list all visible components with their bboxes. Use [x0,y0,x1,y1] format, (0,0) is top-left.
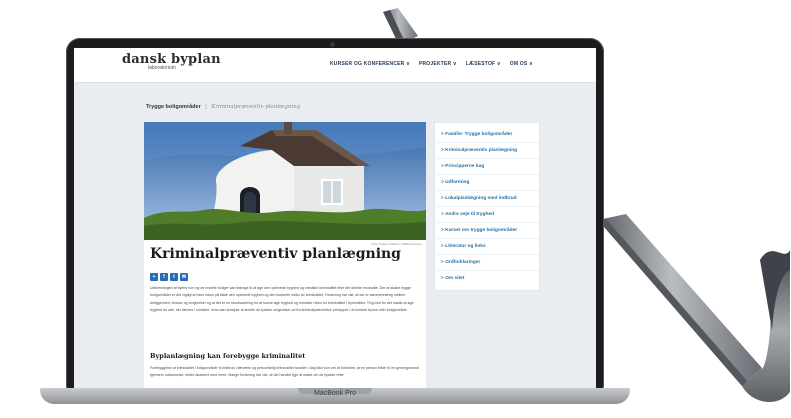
sidebar-item-andre-veje[interactable]: > Andre veje til tryghed [435,207,539,223]
article-intro: Udformningen af byens rum og de enkelte … [150,286,414,313]
breadcrumb-current: Kriminalpræventiv planlægning [211,104,301,110]
main-nav: KURSER OG KONFERENCER ∨ PROJEKTER ∨ LÆSE… [330,61,533,67]
share-plus-icon[interactable]: + [150,273,158,281]
nav-item-laesestof[interactable]: LÆSESTOF ∨ [466,61,501,67]
sidebar-item-kurser[interactable]: > Kurser om trygge boligområder [435,223,539,239]
sidebar-item-litteratur[interactable]: > Litteratur og links [435,239,539,255]
laptop-screen: dansk byplan laboratorium KURSER OG KONF… [74,48,596,388]
sidebar-item-om-sitet[interactable]: > Om sitet [435,271,539,286]
facebook-icon[interactable]: f [160,273,168,281]
laptop-base: MacBook Pro [40,388,630,404]
breadcrumb: Trygge boligområder | Kriminalpræventiv … [146,104,300,110]
section-heading: Byplanlægning kan forebygge kriminalitet [150,352,306,360]
house-photo [144,122,426,240]
nav-item-om-os[interactable]: OM OS ∨ [510,61,533,67]
sidebar-item-udforming[interactable]: > Udforming [435,175,539,191]
sidebar-item-familie[interactable]: > Famílie: Trygge boligområder [435,127,539,143]
article: Foto: Kasper Nielsen / Mikkel Hastrup Kr… [144,122,426,388]
breadcrumb-parent[interactable]: Trygge boligområder [146,104,201,110]
breadcrumb-separator: | [205,104,207,110]
twitter-icon[interactable]: t [170,273,178,281]
model-label: MacBook Pro [313,390,357,397]
sidebar-item-lokalplan[interactable]: > Lokalplanlægning med indbrud [435,191,539,207]
article-title: Kriminalpræventiv planlægning [150,246,401,262]
email-icon[interactable]: ✉ [180,273,188,281]
nav-item-kurser[interactable]: KURSER OG KONFERENCER ∨ [330,61,410,67]
sidebar-item-principper[interactable]: > Principperne bag [435,159,539,175]
site-logo[interactable]: dansk byplan laboratorium [122,52,221,71]
sidebar-nav: > Famílie: Trygge boligområder > Krimina… [434,122,540,291]
sidebar-item-kriminalpraeventiv[interactable]: > Kriminalpræventiv planlægning [435,143,539,159]
camera-icon [330,42,335,47]
laptop-lid: dansk byplan laboratorium KURSER OG KONF… [66,38,604,390]
share-bar: + f t ✉ [150,273,188,281]
site-header: dansk byplan laboratorium KURSER OG KONF… [74,48,596,83]
section-text: Forebyggelse af kriminalitet i boligområ… [150,366,419,378]
sidebar-item-ordforklaringer[interactable]: > Ordforklaringer [435,255,539,271]
nav-item-projekter[interactable]: PROJEKTER ∨ [419,61,457,67]
